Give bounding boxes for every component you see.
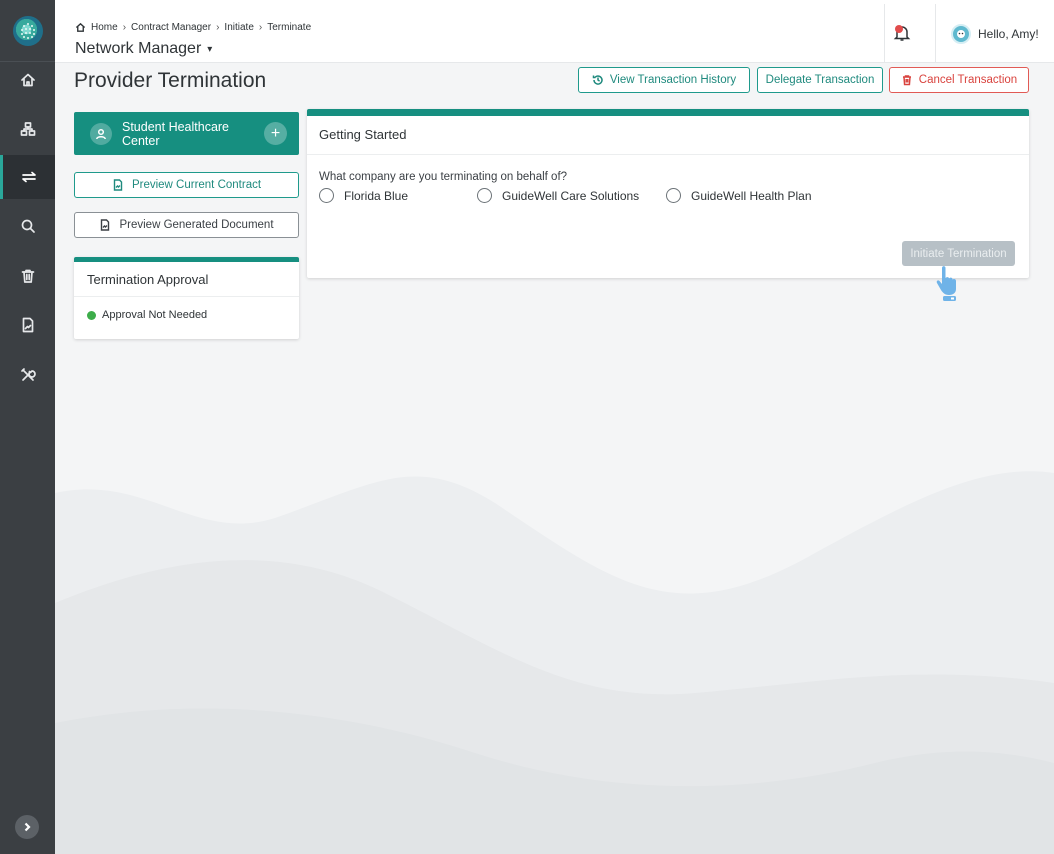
preview-generated-document-button[interactable]: Preview Generated Document bbox=[74, 212, 299, 238]
breadcrumb-contract-manager[interactable]: Contract Manager bbox=[131, 22, 211, 33]
radio-button[interactable] bbox=[666, 188, 681, 203]
page-title: Provider Termination bbox=[74, 69, 267, 92]
delegate-transaction-label: Delegate Transaction bbox=[765, 74, 875, 86]
plus-icon: + bbox=[270, 124, 281, 142]
view-transaction-history-label: View Transaction History bbox=[609, 74, 737, 86]
globe-logo-icon bbox=[12, 15, 43, 46]
chevron-right-icon bbox=[24, 822, 31, 832]
header-divider bbox=[935, 4, 936, 66]
breadcrumb-separator: › bbox=[216, 22, 220, 33]
cancel-transaction-button[interactable]: Cancel Transaction bbox=[889, 67, 1029, 93]
home-small-icon bbox=[75, 22, 86, 32]
breadcrumb-initiate[interactable]: Initiate bbox=[224, 22, 253, 33]
radio-label: GuideWell Health Plan bbox=[691, 188, 812, 203]
approval-status-text: Approval Not Needed bbox=[102, 309, 208, 321]
trash-icon bbox=[902, 75, 911, 86]
search-icon bbox=[21, 219, 35, 233]
add-provider-button[interactable]: + bbox=[264, 122, 287, 145]
main-content: Provider Termination View Transaction Hi… bbox=[55, 63, 1054, 854]
avatar-face-icon bbox=[957, 30, 965, 38]
initiate-termination-label: Initiate Termination bbox=[910, 247, 1007, 260]
preview-current-contract-button[interactable]: Preview Current Contract bbox=[74, 172, 299, 198]
radio-option-guidewell-care-solutions[interactable]: GuideWell Care Solutions bbox=[477, 188, 639, 203]
sidebar-expand-button[interactable] bbox=[15, 815, 39, 839]
notifications-button[interactable] bbox=[893, 24, 917, 48]
trash-icon bbox=[21, 269, 34, 283]
provider-name: Student Healthcare Center bbox=[122, 119, 230, 148]
sidebar-item-delete[interactable] bbox=[0, 254, 55, 298]
user-menu[interactable]: Hello, Amy! bbox=[951, 24, 1039, 44]
status-dot bbox=[87, 310, 96, 320]
background-waves bbox=[55, 471, 1054, 854]
provider-card[interactable]: Student Healthcare Center + bbox=[74, 112, 299, 155]
avatar bbox=[951, 24, 971, 44]
radio-option-florida-blue[interactable]: Florida Blue bbox=[319, 188, 408, 203]
app-switcher[interactable]: Network Manager ▾ bbox=[75, 40, 212, 58]
radio-label: GuideWell Care Solutions bbox=[502, 188, 640, 203]
breadcrumb: Home › Contract Manager › Initiate › Ter… bbox=[75, 22, 311, 33]
caret-down-icon: ▾ bbox=[207, 43, 213, 55]
sidebar-item-network[interactable] bbox=[0, 107, 55, 151]
breadcrumb-separator: › bbox=[258, 22, 263, 33]
network-icon bbox=[20, 122, 35, 136]
termination-approval-card: Termination Approval Approval Not Needed bbox=[74, 257, 299, 339]
sidebar-item-tools[interactable] bbox=[0, 353, 55, 397]
header-divider bbox=[884, 4, 885, 66]
approval-title: Termination Approval bbox=[74, 262, 299, 297]
document-icon bbox=[101, 219, 110, 231]
document-icon bbox=[22, 317, 33, 333]
breadcrumb-home[interactable]: Home bbox=[91, 22, 118, 33]
preview-generated-document-label: Preview Generated Document bbox=[119, 219, 274, 231]
sidebar-item-home[interactable] bbox=[0, 58, 55, 102]
approval-status: Approval Not Needed bbox=[74, 297, 299, 333]
delegate-transaction-button[interactable]: Delegate Transaction bbox=[757, 67, 883, 93]
getting-started-card: Getting Started What company are you ter… bbox=[307, 109, 1029, 278]
sidebar-item-documents[interactable] bbox=[0, 303, 55, 347]
home-icon bbox=[20, 73, 35, 87]
cancel-transaction-label: Cancel Transaction bbox=[918, 74, 1018, 86]
radio-button[interactable] bbox=[477, 188, 492, 203]
top-header: Home › Contract Manager › Initiate › Ter… bbox=[55, 0, 1054, 66]
getting-started-title: Getting Started bbox=[307, 116, 1029, 155]
app-title: Network Manager bbox=[75, 40, 202, 57]
breadcrumb-separator: › bbox=[122, 22, 127, 33]
history-icon bbox=[592, 75, 603, 85]
breadcrumb-terminate: Terminate bbox=[267, 22, 312, 33]
view-transaction-history-button[interactable]: View Transaction History bbox=[578, 67, 750, 93]
transactions-icon bbox=[22, 171, 36, 183]
notification-dot bbox=[895, 25, 903, 33]
radio-option-guidewell-health-plan[interactable]: GuideWell Health Plan bbox=[666, 188, 812, 203]
hand-cursor-icon bbox=[936, 266, 956, 301]
radio-button[interactable] bbox=[319, 188, 334, 203]
sidebar bbox=[0, 0, 55, 854]
preview-current-contract-label: Preview Current Contract bbox=[131, 179, 262, 191]
app-logo[interactable] bbox=[0, 0, 55, 62]
sidebar-item-search[interactable] bbox=[0, 204, 55, 248]
document-icon bbox=[113, 179, 123, 191]
company-question: What company are you terminating on beha… bbox=[319, 171, 568, 183]
initiate-termination-button[interactable]: Initiate Termination bbox=[902, 241, 1015, 266]
user-greeting: Hello, Amy! bbox=[978, 27, 1039, 41]
tools-icon bbox=[20, 368, 36, 381]
sidebar-item-transactions[interactable] bbox=[0, 155, 55, 199]
user-icon bbox=[90, 122, 112, 145]
radio-label: Florida Blue bbox=[344, 188, 409, 203]
